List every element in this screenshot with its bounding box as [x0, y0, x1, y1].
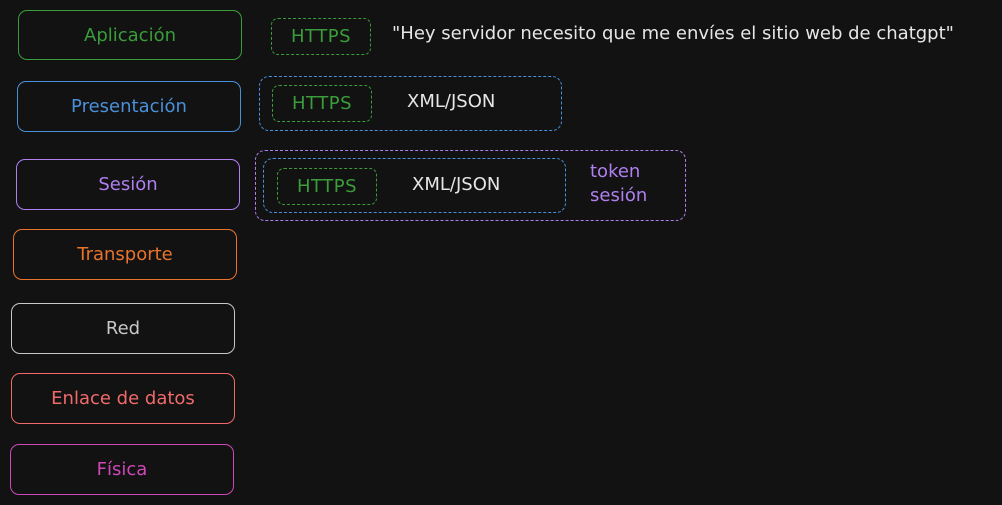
request-message: "Hey servidor necesito que me envíes el …: [392, 23, 954, 44]
layer-transporte[interactable]: Transporte: [13, 229, 237, 280]
https-tag-sesion-label: HTTPS: [297, 176, 357, 197]
layer-enlace-de-datos-label: Enlace de datos: [51, 388, 195, 409]
layer-transporte-label: Transporte: [77, 244, 173, 265]
layer-aplicacion[interactable]: Aplicación: [18, 10, 242, 60]
layer-presentacion-label: Presentación: [71, 96, 187, 117]
layer-fisica[interactable]: Física: [10, 444, 234, 495]
https-tag-aplicacion: HTTPS: [271, 18, 371, 55]
https-tag-presentacion: HTTPS: [272, 85, 372, 122]
session-token-line1: token: [590, 161, 641, 182]
layer-aplicacion-label: Aplicación: [84, 24, 176, 46]
layer-red-label: Red: [105, 318, 141, 339]
layer-sesion[interactable]: Sesión: [16, 159, 240, 210]
layer-fisica-label: Física: [96, 459, 148, 480]
layer-enlace-de-datos[interactable]: Enlace de datos: [11, 373, 235, 424]
layer-sesion-label: Sesión: [98, 174, 158, 195]
format-label-presentacion: XML/JSON: [407, 91, 496, 112]
layer-red[interactable]: Red: [11, 303, 235, 354]
format-label-sesion: XML/JSON: [412, 174, 501, 195]
session-token-line2: sesión: [590, 185, 648, 206]
layer-presentacion[interactable]: Presentación: [17, 81, 241, 132]
https-tag-presentacion-label: HTTPS: [292, 93, 352, 114]
https-tag-sesion: HTTPS: [277, 168, 377, 205]
https-tag-aplicacion-label: HTTPS: [291, 26, 351, 47]
